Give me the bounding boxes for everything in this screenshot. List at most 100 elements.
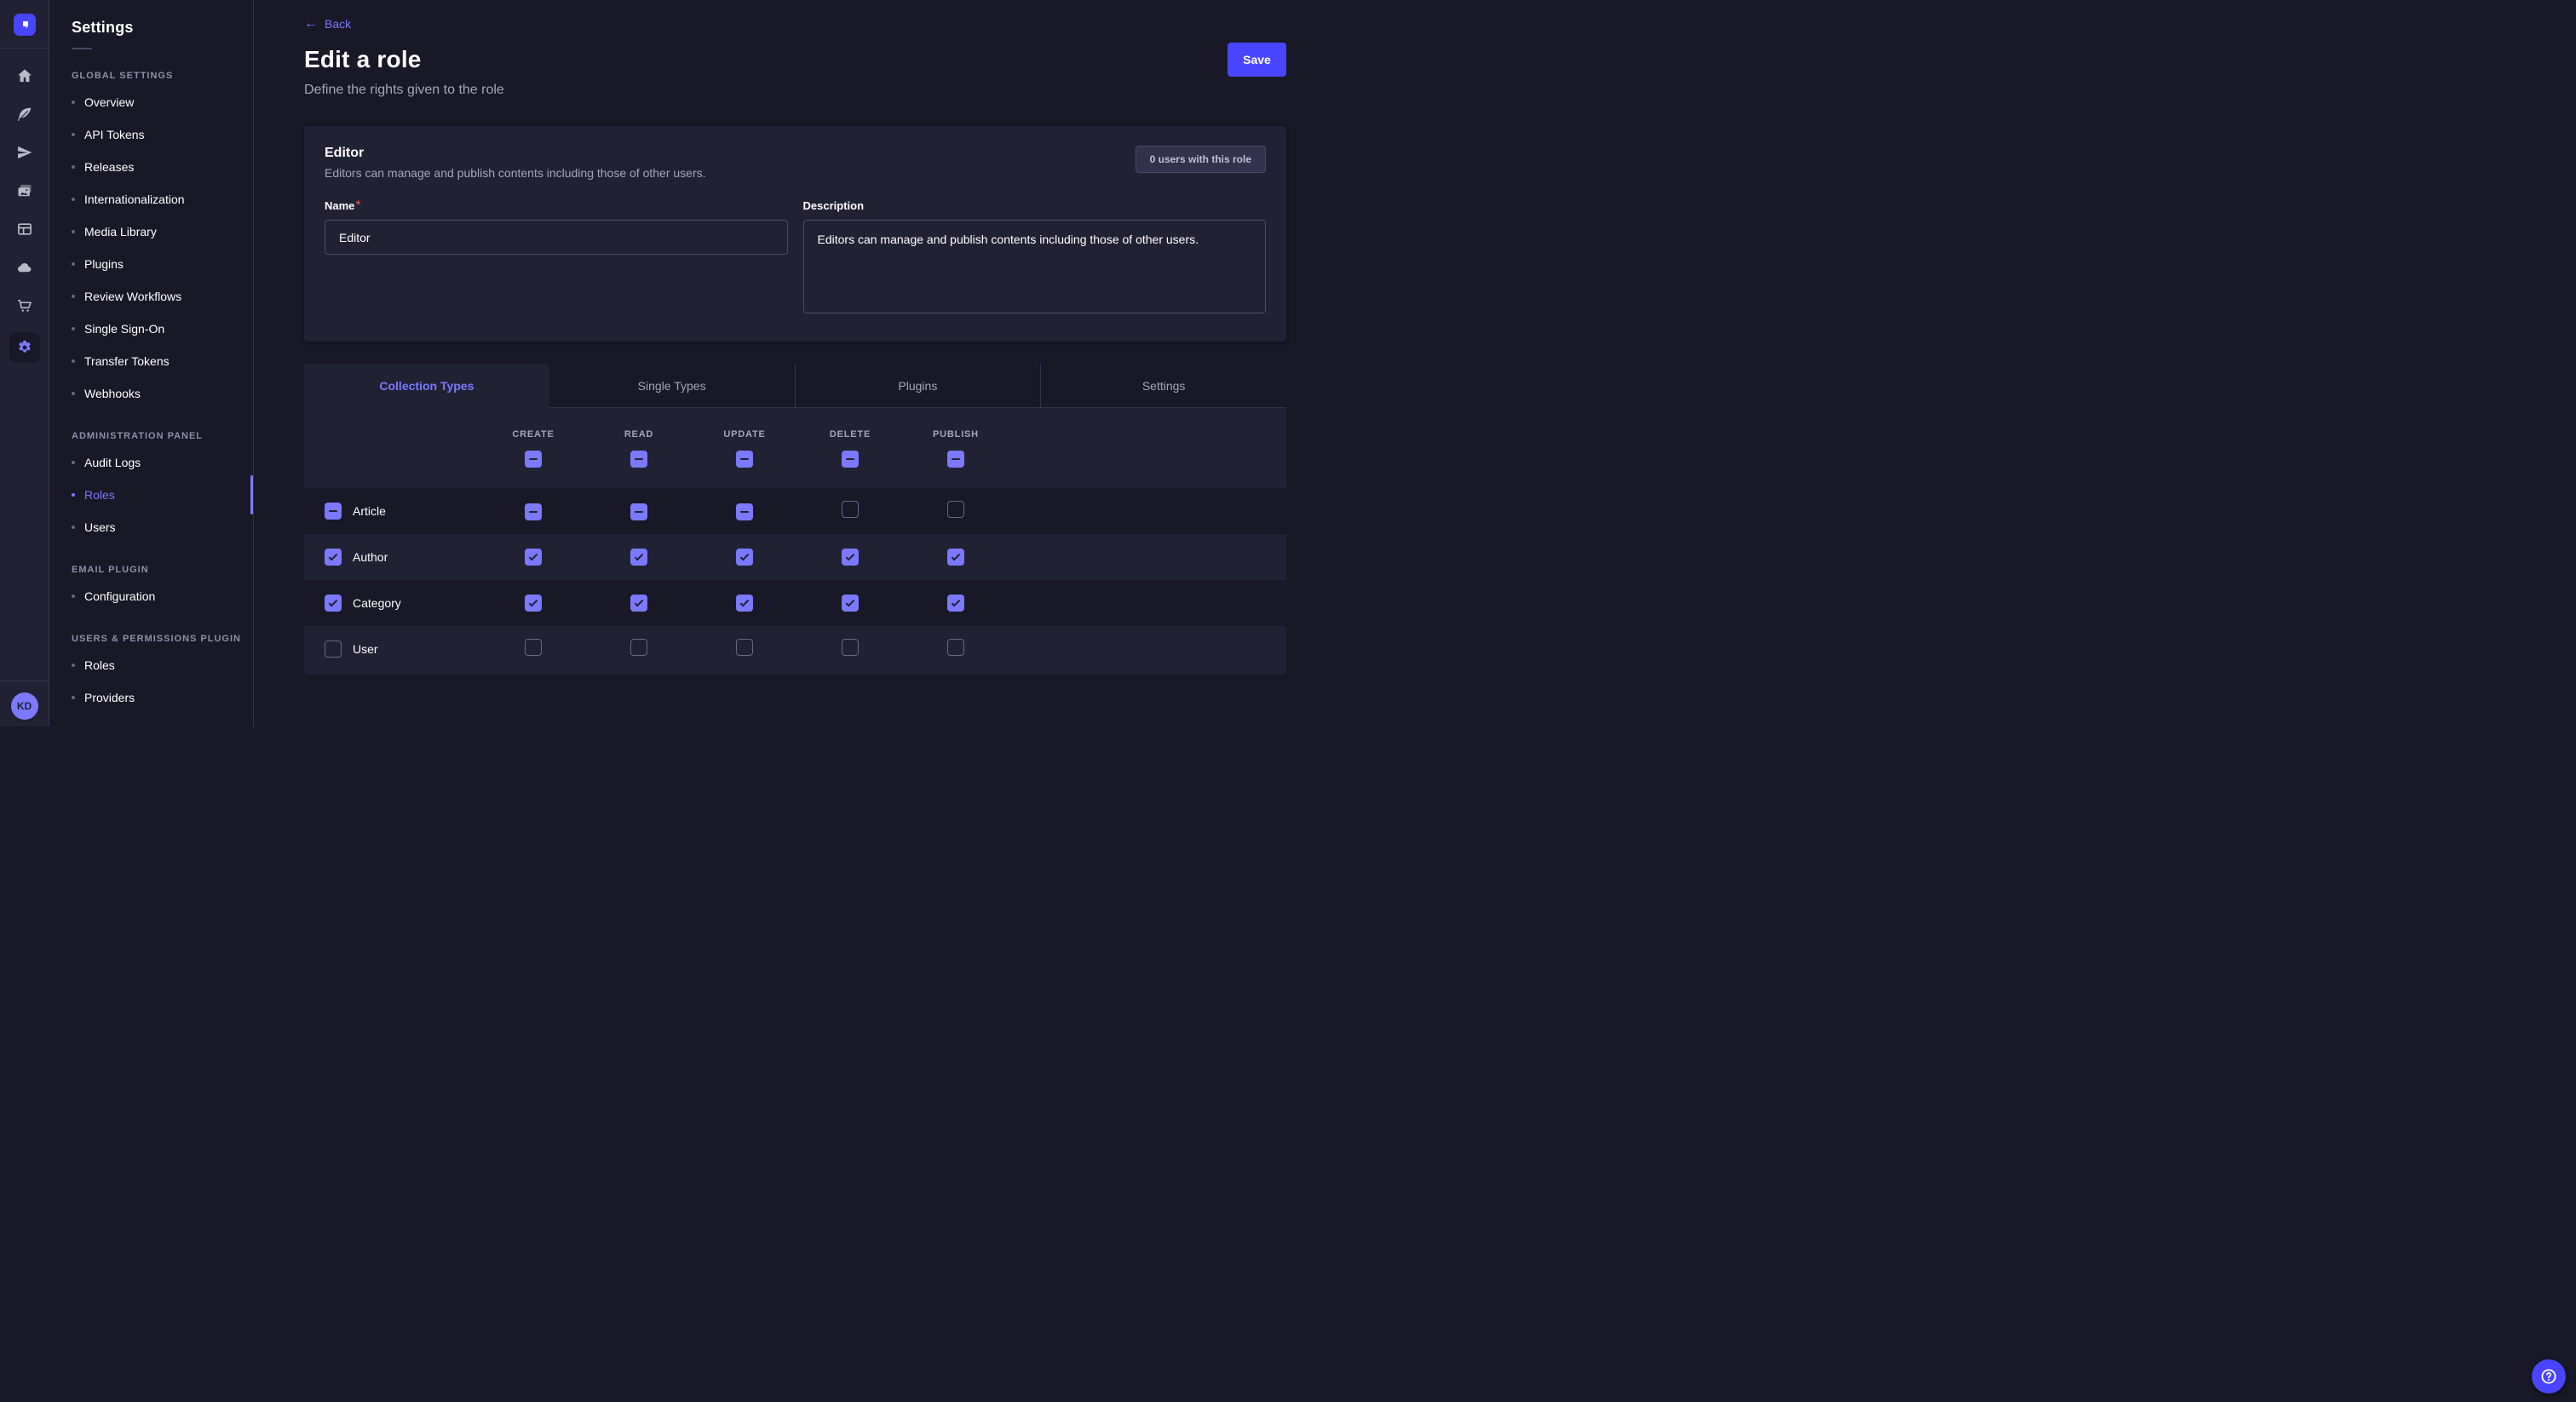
subnav-item-releases[interactable]: Releases: [65, 151, 253, 183]
bullet-icon: [72, 526, 75, 529]
role-fields: Name* Description Editors can manage and…: [325, 198, 1266, 318]
subnav-item-api-tokens[interactable]: API Tokens: [65, 118, 253, 151]
subnav-item-users[interactable]: Users: [65, 511, 253, 543]
back-label: Back: [325, 17, 351, 31]
category-row-checkbox[interactable]: [325, 595, 342, 612]
article-row-checkbox[interactable]: [325, 503, 342, 520]
subnav-item-review-workflows[interactable]: Review Workflows: [65, 280, 253, 313]
tab-plugins[interactable]: Plugins: [795, 364, 1041, 408]
tab-collection-types[interactable]: Collection Types: [304, 364, 549, 408]
feather-icon[interactable]: [16, 106, 33, 123]
subnav-item-label: Webhooks: [84, 387, 141, 400]
author-row-checkbox[interactable]: [325, 549, 342, 566]
name-input[interactable]: [325, 220, 788, 255]
subnav-item-webhooks[interactable]: Webhooks: [65, 377, 253, 410]
subnav-item-label: Transfer Tokens: [84, 354, 170, 368]
permissions-table: CREATEREADUPDATEDELETEPUBLISH ArticleAut…: [304, 408, 1286, 675]
user-publish-checkbox[interactable]: [947, 639, 964, 656]
subnav-item-media-library[interactable]: Media Library: [65, 215, 253, 248]
save-button[interactable]: Save: [1228, 43, 1286, 77]
settings-gear-icon[interactable]: [9, 332, 40, 363]
users-with-role-badge[interactable]: 0 users with this role: [1136, 146, 1266, 173]
layout-icon[interactable]: [16, 221, 33, 238]
subnav-item-label: Media Library: [84, 225, 157, 238]
permission-row-category: Category: [304, 580, 1286, 626]
indeterminate-dash-icon: [329, 510, 337, 512]
article-create-checkbox[interactable]: [525, 503, 542, 520]
subnav-item-audit-logs[interactable]: Audit Logs: [65, 446, 253, 479]
user-row-checkbox[interactable]: [325, 641, 342, 658]
subnav-item-single-sign-on[interactable]: Single Sign-On: [65, 313, 253, 345]
author-delete-checkbox[interactable]: [842, 549, 859, 566]
cloud-icon[interactable]: [16, 259, 33, 276]
category-delete-checkbox[interactable]: [842, 595, 859, 612]
user-create-checkbox[interactable]: [525, 639, 542, 656]
select-all-create-checkbox[interactable]: [525, 451, 542, 468]
author-update-checkbox[interactable]: [736, 549, 753, 566]
check-mark-icon: [740, 598, 750, 607]
column-label: PUBLISH: [933, 429, 979, 440]
category-update-checkbox[interactable]: [736, 595, 753, 612]
check-mark-icon: [952, 598, 961, 607]
user-delete-checkbox[interactable]: [842, 639, 859, 656]
select-all-delete-checkbox[interactable]: [842, 451, 859, 468]
subnav-item-providers[interactable]: Providers: [65, 681, 253, 714]
marketplace-cart-icon[interactable]: [16, 297, 33, 314]
column-delete: DELETE: [830, 429, 871, 468]
permission-row-user: User: [304, 626, 1286, 672]
indeterminate-dash-icon: [740, 511, 749, 513]
article-update-checkbox[interactable]: [736, 503, 753, 520]
subnav-item-internationalization[interactable]: Internationalization: [65, 183, 253, 215]
select-all-publish-checkbox[interactable]: [947, 451, 964, 468]
page-header: Edit a role Save: [304, 43, 1286, 77]
bullet-icon: [72, 295, 75, 298]
subnav-section-label: ADMINISTRATION PANEL: [72, 431, 253, 441]
help-button[interactable]: [2532, 1359, 2566, 1393]
home-icon[interactable]: [16, 67, 33, 84]
category-publish-checkbox[interactable]: [947, 595, 964, 612]
subnav-item-overview[interactable]: Overview: [65, 86, 253, 118]
author-read-checkbox[interactable]: [630, 549, 647, 566]
permission-row-author: Author: [304, 534, 1286, 580]
subnav-item-roles[interactable]: Roles: [65, 479, 253, 511]
bullet-icon: [72, 461, 75, 464]
strapi-logo[interactable]: [14, 14, 36, 36]
article-publish-checkbox[interactable]: [947, 501, 964, 518]
paper-plane-icon[interactable]: [16, 144, 33, 161]
description-textarea[interactable]: Editors can manage and publish contents …: [803, 220, 1267, 313]
category-read-checkbox[interactable]: [630, 595, 647, 612]
subnav-item-configuration[interactable]: Configuration: [65, 580, 253, 612]
row-label: User: [353, 642, 378, 656]
user-read-checkbox[interactable]: [630, 639, 647, 656]
tab-settings[interactable]: Settings: [1040, 364, 1286, 408]
user-update-checkbox[interactable]: [736, 639, 753, 656]
media-library-icon[interactable]: [16, 182, 33, 199]
check-mark-icon: [329, 551, 338, 560]
author-create-checkbox[interactable]: [525, 549, 542, 566]
subnav-item-roles[interactable]: Roles: [65, 649, 253, 681]
subnav-item-transfer-tokens[interactable]: Transfer Tokens: [65, 345, 253, 377]
permissions-rows: ArticleAuthorCategoryUser: [304, 488, 1286, 672]
description-field-group: Description Editors can manage and publi…: [803, 198, 1267, 318]
select-all-update-checkbox[interactable]: [736, 451, 753, 468]
indeterminate-dash-icon: [635, 458, 643, 460]
article-delete-checkbox[interactable]: [842, 501, 859, 518]
bullet-icon: [72, 493, 75, 497]
subnav-item-label: Releases: [84, 160, 134, 174]
category-create-checkbox[interactable]: [525, 595, 542, 612]
role-card-top: Editor Editors can manage and publish co…: [325, 146, 1266, 180]
subnav-item-plugins[interactable]: Plugins: [65, 248, 253, 280]
tab-single-types[interactable]: Single Types: [549, 364, 795, 408]
column-read: READ: [624, 429, 653, 468]
subnav-item-label: Roles: [84, 658, 115, 672]
avatar[interactable]: KD: [11, 692, 38, 720]
article-read-checkbox[interactable]: [630, 503, 647, 520]
check-mark-icon: [846, 552, 855, 561]
select-all-read-checkbox[interactable]: [630, 451, 647, 468]
subnav-item-label: Providers: [84, 691, 135, 704]
subnav-title: Settings: [72, 19, 253, 37]
back-link[interactable]: ← Back: [304, 17, 351, 31]
author-publish-checkbox[interactable]: [947, 549, 964, 566]
required-asterisk: *: [355, 198, 360, 213]
role-name-heading: Editor: [325, 146, 706, 161]
